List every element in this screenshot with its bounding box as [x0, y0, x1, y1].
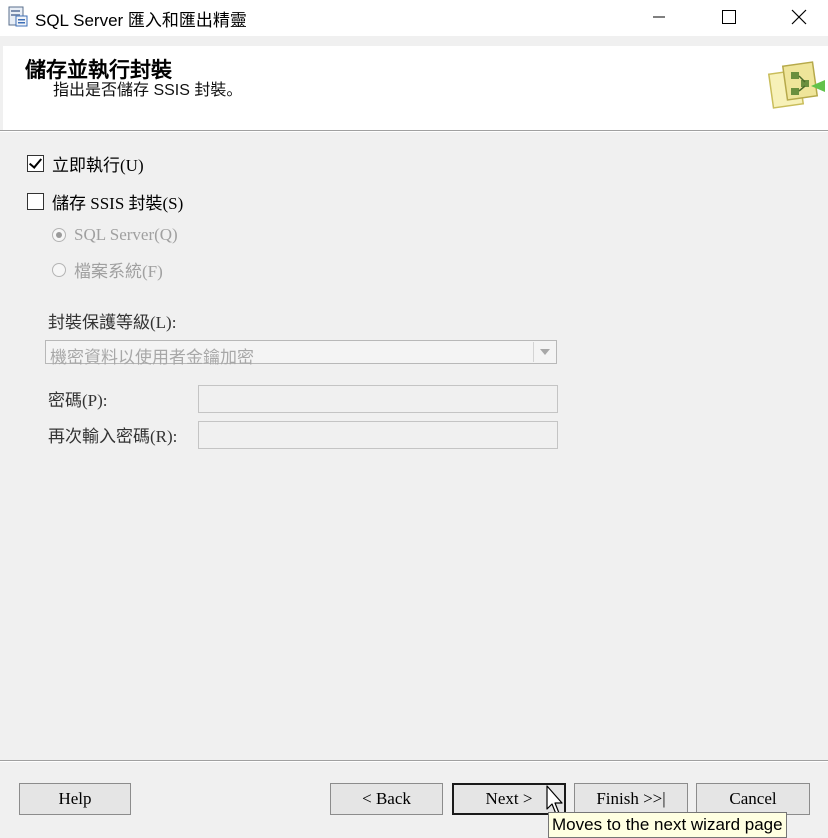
- run-immediately-label: 立即執行(U): [52, 156, 144, 175]
- title-bar[interactable]: SQL Server 匯入和匯出精靈: [0, 0, 828, 36]
- protection-level-select[interactable]: 機密資料以使用者金鑰加密: [45, 340, 557, 367]
- maximize-icon: [722, 10, 736, 24]
- run-immediately-checkbox[interactable]: [27, 155, 44, 172]
- close-button[interactable]: [764, 0, 828, 34]
- radio-sql-server-dot[interactable]: [52, 228, 66, 242]
- radio-sql-server-label: SQL Server(Q): [74, 225, 178, 244]
- close-icon: [791, 9, 807, 25]
- password-field[interactable]: [198, 385, 558, 413]
- save-ssis-option[interactable]: 儲存 SSIS 封裝(S): [27, 189, 183, 214]
- save-ssis-label: 儲存 SSIS 封裝(S): [52, 194, 184, 213]
- radio-file-system-dot[interactable]: [52, 262, 66, 277]
- save-ssis-checkbox[interactable]: [27, 193, 44, 210]
- help-button[interactable]: Help: [19, 783, 131, 815]
- retype-password-label: 再次輸入密碼(R):: [48, 427, 178, 446]
- header-divider-highlight: [0, 131, 828, 132]
- wizard-header: 儲存並執行封裝 指出是否儲存 SSIS 封裝。: [3, 46, 828, 130]
- page-subtitle: 指出是否儲存 SSIS 封裝。: [53, 82, 243, 99]
- window-title: SQL Server 匯入和匯出精靈: [35, 11, 247, 30]
- protection-level-value: 機密資料以使用者金鑰加密: [50, 348, 254, 367]
- finish-button[interactable]: Finish >>|: [574, 783, 688, 815]
- cancel-button[interactable]: Cancel: [696, 783, 810, 815]
- chevron-down-icon[interactable]: [533, 342, 555, 362]
- tooltip: Moves to the next wizard page: [548, 812, 787, 838]
- minimize-button[interactable]: [624, 0, 694, 34]
- password-label: 密碼(P):: [48, 391, 108, 410]
- wizard-app-icon: [8, 6, 28, 27]
- package-art-icon: [767, 61, 825, 109]
- footer-divider-highlight: [0, 761, 828, 762]
- radio-file-system-label: 檔案系統(F): [74, 262, 163, 281]
- run-immediately-option[interactable]: 立即執行(U): [27, 151, 144, 176]
- radio-file-system[interactable]: 檔案系統(F): [52, 257, 163, 282]
- protection-level-label: 封裝保護等級(L):: [48, 313, 177, 332]
- radio-sql-server[interactable]: SQL Server(Q): [52, 225, 178, 245]
- minimize-icon: [653, 16, 665, 18]
- maximize-button[interactable]: [694, 0, 764, 34]
- retype-password-field[interactable]: [198, 421, 558, 449]
- back-button[interactable]: < Back: [330, 783, 443, 815]
